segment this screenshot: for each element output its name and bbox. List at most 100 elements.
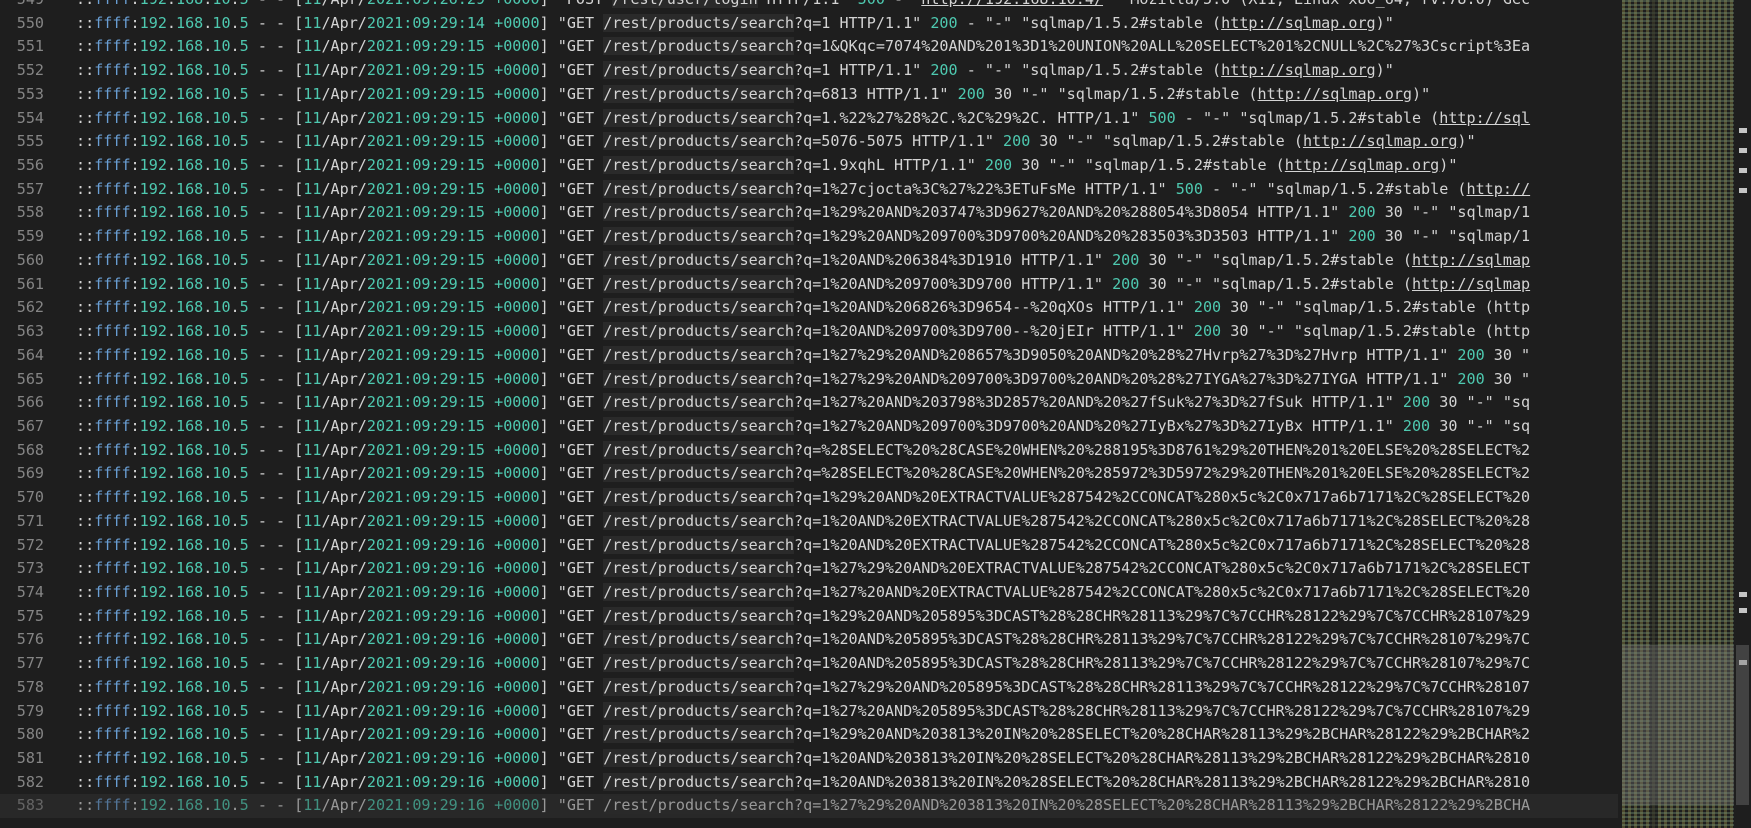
ip-part: . xyxy=(230,677,240,696)
ip-part: . xyxy=(230,13,240,32)
ip-part: . xyxy=(230,749,240,767)
scrollbar-marker xyxy=(1739,148,1747,153)
request-path: /rest/products/search xyxy=(603,440,795,459)
log-line[interactable]: 579::ffff:192.168.10.5 - - [11/Apr/2021:… xyxy=(0,700,1618,724)
log-line[interactable]: 564::ffff:192.168.10.5 - - [11/Apr/2021:… xyxy=(0,344,1618,368)
log-field: 30 " xyxy=(1484,345,1531,364)
log-line[interactable]: 559::ffff:192.168.10.5 - - [11/Apr/2021:… xyxy=(0,225,1618,249)
query: ?q=1%27%20AND%205895%3DCAST%28%28CHR%281… xyxy=(794,701,1531,720)
log-line[interactable]: 549::ffff:192.168.10.5 - - [11/Apr/2021:… xyxy=(0,0,1618,12)
month: /Apr/ xyxy=(321,203,367,222)
log-line[interactable]: 566::ffff:192.168.10.5 - - [11/Apr/2021:… xyxy=(0,391,1618,415)
log-line[interactable]: 553::ffff:192.168.10.5 - - [11/Apr/2021:… xyxy=(0,83,1618,107)
ip-part: 10 xyxy=(212,61,231,80)
ip-part: ffff xyxy=(94,132,131,151)
line-number: 549 xyxy=(0,0,44,12)
log-line[interactable]: 571::ffff:192.168.10.5 - - [11/Apr/2021:… xyxy=(0,510,1618,534)
log-line[interactable]: 556::ffff:192.168.10.5 - - [11/Apr/2021:… xyxy=(0,154,1618,178)
ip-part: 5 xyxy=(239,156,249,175)
timezone: +0000 xyxy=(485,179,540,198)
bracket-close: ] xyxy=(539,227,558,246)
log-line[interactable]: 580::ffff:192.168.10.5 - - [11/Apr/2021:… xyxy=(0,723,1618,747)
code-area[interactable]: 549::ffff:192.168.10.5 - - [11/Apr/2021:… xyxy=(0,0,1618,828)
ip-part: 5 xyxy=(239,274,249,293)
log-line[interactable]: 581::ffff:192.168.10.5 - - [11/Apr/2021:… xyxy=(0,747,1618,771)
day: 11 xyxy=(303,37,322,56)
timestamp: 2021:09:26:29 xyxy=(367,0,485,8)
vertical-scrollbar[interactable] xyxy=(1734,0,1751,828)
status-code: 200 xyxy=(1457,345,1485,364)
ip-part: 168 xyxy=(176,108,204,127)
log-line[interactable]: 554::ffff:192.168.10.5 - - [11/Apr/2021:… xyxy=(0,107,1618,131)
log-line[interactable]: 573::ffff:192.168.10.5 - - [11/Apr/2021:… xyxy=(0,557,1618,581)
status-code: 500 xyxy=(1148,108,1176,127)
log-line[interactable]: 562::ffff:192.168.10.5 - - [11/Apr/2021:… xyxy=(0,296,1618,320)
log-line[interactable]: 550::ffff:192.168.10.5 - - [11/Apr/2021:… xyxy=(0,12,1618,36)
ip-part: 10 xyxy=(212,274,231,293)
ip-part: 5 xyxy=(239,701,249,720)
query: ?q=%28SELECT%20%28CASE%20WHEN%20%288195%… xyxy=(794,440,1531,459)
minimap[interactable] xyxy=(1622,0,1734,828)
timestamp: 2021:09:29:15 xyxy=(366,61,486,80)
request-path: /rest/products/search xyxy=(603,13,795,32)
log-line[interactable]: 565::ffff:192.168.10.5 - - [11/Apr/2021:… xyxy=(0,368,1618,392)
ip-part: :: xyxy=(76,677,95,696)
ip-part: : xyxy=(130,37,140,56)
ip-part: 168 xyxy=(176,393,204,412)
ip-part: 192 xyxy=(139,725,167,744)
log-text: ::ffff:192.168.10.5 - - [11/Apr/2021:09:… xyxy=(76,581,1530,605)
log-line[interactable]: 558::ffff:192.168.10.5 - - [11/Apr/2021:… xyxy=(0,201,1618,225)
month: /Apr/ xyxy=(321,298,367,317)
log-line[interactable]: 563::ffff:192.168.10.5 - - [11/Apr/2021:… xyxy=(0,320,1618,344)
log-line[interactable]: 557::ffff:192.168.10.5 - - [11/Apr/2021:… xyxy=(0,178,1618,202)
ip-part: 168 xyxy=(176,654,204,673)
log-line[interactable]: 583::ffff:192.168.10.5 - - [11/Apr/2021:… xyxy=(0,794,1618,819)
log-line[interactable]: 568::ffff:192.168.10.5 - - [11/Apr/2021:… xyxy=(0,439,1618,463)
log-line[interactable]: 570::ffff:192.168.10.5 - - [11/Apr/2021:… xyxy=(0,486,1618,510)
method: "POST xyxy=(558,0,613,8)
method: "GET xyxy=(557,250,604,269)
log-line[interactable]: 577::ffff:192.168.10.5 - - [11/Apr/2021:… xyxy=(0,652,1618,676)
timestamp: 2021:09:29:16 xyxy=(366,725,486,744)
ident: - - [ xyxy=(248,132,304,151)
ip-part: 10 xyxy=(212,13,231,32)
log-line[interactable]: 552::ffff:192.168.10.5 - - [11/Apr/2021:… xyxy=(0,59,1618,83)
method: "GET xyxy=(557,488,604,507)
log-line[interactable]: 555::ffff:192.168.10.5 - - [11/Apr/2021:… xyxy=(0,130,1618,154)
log-editor[interactable]: 549::ffff:192.168.10.5 - - [11/Apr/2021:… xyxy=(0,0,1751,828)
log-line[interactable]: 576::ffff:192.168.10.5 - - [11/Apr/2021:… xyxy=(0,628,1618,652)
ip-part: 192 xyxy=(139,369,167,388)
day: 11 xyxy=(303,654,322,673)
request-path: /rest/products/search xyxy=(603,345,795,364)
ip-part: . xyxy=(230,440,240,459)
ip-part: 5 xyxy=(239,393,249,412)
log-line[interactable]: 561::ffff:192.168.10.5 - - [11/Apr/2021:… xyxy=(0,273,1618,297)
log-line[interactable]: 567::ffff:192.168.10.5 - - [11/Apr/2021:… xyxy=(0,415,1618,439)
ip-part: :: xyxy=(76,13,95,32)
log-field: 30 "-" "sqlmap/1 xyxy=(1375,227,1531,246)
log-line[interactable]: 574::ffff:192.168.10.5 - - [11/Apr/2021:… xyxy=(0,581,1618,605)
ident: - - [ xyxy=(248,535,304,554)
log-line[interactable]: 569::ffff:192.168.10.5 - - [11/Apr/2021:… xyxy=(0,462,1618,486)
log-line[interactable]: 551::ffff:192.168.10.5 - - [11/Apr/2021:… xyxy=(0,35,1618,59)
log-line[interactable]: 572::ffff:192.168.10.5 - - [11/Apr/2021:… xyxy=(0,534,1618,558)
log-line[interactable]: 578::ffff:192.168.10.5 - - [11/Apr/2021:… xyxy=(0,676,1618,700)
month: /Apr/ xyxy=(321,559,367,578)
status-code: 200 xyxy=(930,61,958,80)
status-code: 200 xyxy=(1193,322,1222,341)
scrollbar-thumb[interactable] xyxy=(1736,645,1749,805)
timezone: +0000 xyxy=(485,37,540,56)
log-line[interactable]: 582::ffff:192.168.10.5 - - [11/Apr/2021:… xyxy=(0,771,1618,795)
ip-part: : xyxy=(130,156,140,175)
log-field: 30 "-" "sqlmap/1 xyxy=(1375,203,1531,222)
log-line[interactable]: 560::ffff:192.168.10.5 - - [11/Apr/2021:… xyxy=(0,249,1618,273)
ip-part: 5 xyxy=(239,749,249,767)
bracket-close: ] xyxy=(539,535,558,554)
ip-part: 5 xyxy=(239,84,249,103)
ident: - - [ xyxy=(248,772,304,791)
timestamp: 2021:09:29:15 xyxy=(366,179,486,198)
log-line[interactable]: 575::ffff:192.168.10.5 - - [11/Apr/2021:… xyxy=(0,605,1618,629)
minimap-viewport-slider[interactable] xyxy=(1622,645,1734,805)
line-number: 575 xyxy=(16,606,44,625)
ip-part: 168 xyxy=(176,156,204,175)
